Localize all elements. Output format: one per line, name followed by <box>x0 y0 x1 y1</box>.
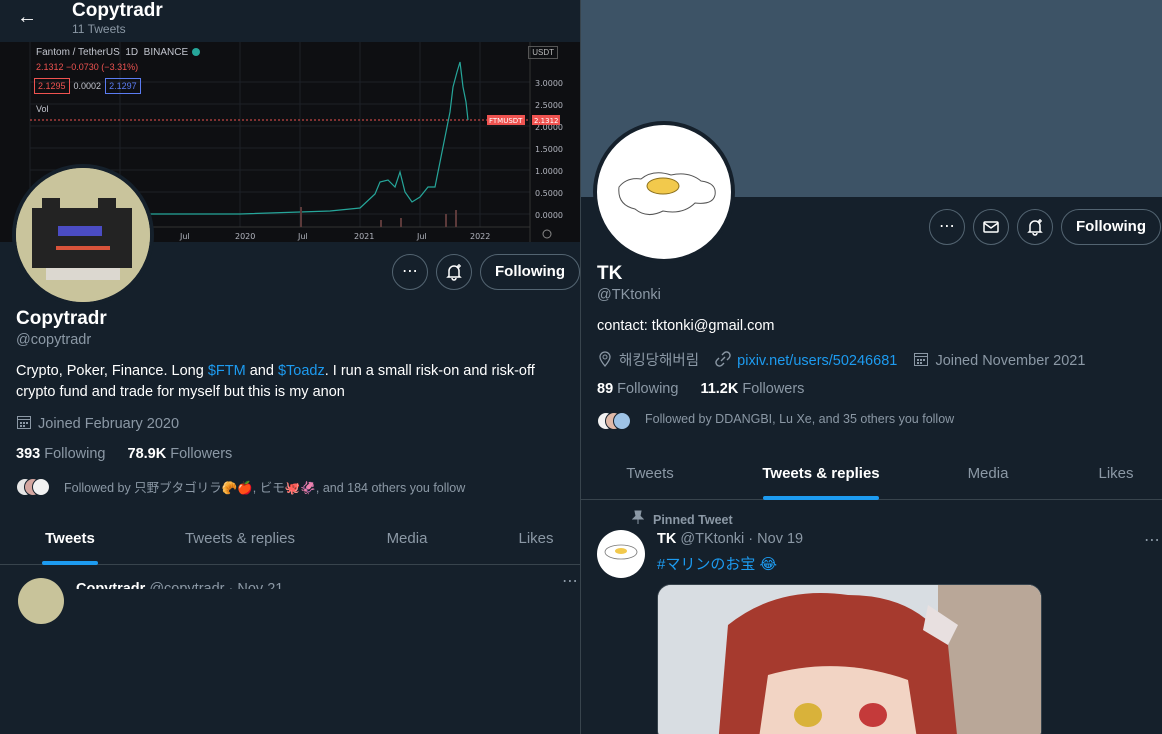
back-arrow-icon[interactable]: ← <box>14 6 40 28</box>
tab-media[interactable]: Media <box>337 513 477 565</box>
mail-icon[interactable] <box>973 209 1009 245</box>
bell-plus-icon[interactable] <box>436 254 472 290</box>
left-profile-pane: 3.0000 2.5000 2.0000 1.5000 1.0000 0.500… <box>0 0 580 734</box>
profile-meta: 해킹당해버림 pixiv.net/users/50246681 Joined N… <box>597 349 1085 371</box>
y-tick: 2.5000 <box>535 101 563 110</box>
profile-bio: Crypto, Poker, Finance. Long $FTM and $T… <box>16 363 535 400</box>
tweet-media-image[interactable] <box>657 584 1042 734</box>
y-tick: 0.0000 <box>535 211 563 220</box>
profile-handle: @copytradr <box>16 332 92 348</box>
profile-name: Copytradr <box>16 308 107 329</box>
pin-icon <box>629 510 647 527</box>
more-icon[interactable]: ⋯ <box>392 254 428 290</box>
profile-name: TK <box>597 263 623 284</box>
website-link[interactable]: pixiv.net/users/50246681 <box>737 353 897 369</box>
link-icon <box>715 351 731 371</box>
followed-by-text[interactable]: Followed by DDANGBI, Lu Xe, and 35 other… <box>645 412 954 426</box>
cashtag-link[interactable]: $Toadz <box>278 363 325 379</box>
y-tick: 1.0000 <box>535 167 563 176</box>
following-count[interactable]: 393 Following <box>16 446 105 462</box>
header-tweet-count: 11 Tweets <box>72 22 126 36</box>
y-tick: 0.5000 <box>535 189 563 198</box>
location-icon <box>597 351 613 371</box>
x-tick: 2021 <box>354 232 374 241</box>
x-tick: Jul <box>179 232 190 241</box>
tab-media[interactable]: Media <box>919 448 1057 500</box>
profile-bio: contact: tktonki@gmail.com <box>597 318 775 334</box>
profile-handle: @TKtonki <box>597 287 661 303</box>
tweet-avatar[interactable] <box>18 578 64 624</box>
calendar-icon <box>16 414 32 434</box>
profile-joined: Joined February 2020 <box>16 414 179 434</box>
pinned-label: Pinned Tweet <box>629 510 733 527</box>
tweet-avatar[interactable] <box>597 530 645 578</box>
symbol-tag: FTMUSDT <box>489 117 523 125</box>
tweet-header: Copytradr @copytradr · Nov 21 <box>76 581 284 589</box>
calendar-icon <box>913 351 929 371</box>
tab-tweets[interactable]: Tweets <box>0 513 140 565</box>
profile-tabs: Tweets Tweets & replies Media Likes <box>0 513 580 565</box>
profile-tabs: Tweets Tweets & replies Media Likes <box>581 448 1162 500</box>
bell-plus-icon[interactable] <box>1017 209 1053 245</box>
more-icon[interactable]: ⋯ <box>929 209 965 245</box>
x-tick: Jul <box>297 232 308 241</box>
chart-title: Fantom / TetherUS 1D BINANCE <box>36 47 201 58</box>
x-tick: Jul <box>416 232 427 241</box>
following-button[interactable]: Following <box>1061 209 1161 245</box>
following-button[interactable]: Following <box>480 254 580 290</box>
avatar[interactable] <box>12 164 154 306</box>
tab-likes[interactable]: Likes <box>466 513 580 565</box>
x-tick: 2022 <box>470 232 490 241</box>
tab-tweets[interactable]: Tweets <box>581 448 719 500</box>
y-tick: 3.0000 <box>535 79 563 88</box>
chart-price-change: 2.1312 −0.0730 (−3.31%) <box>36 62 139 72</box>
x-tick: 2020 <box>235 232 255 241</box>
cashtag-link[interactable]: $FTM <box>208 363 246 379</box>
profile-header: ← Copytradr 11 Tweets <box>0 0 580 42</box>
right-profile-pane: ⋯ Following TK @TKtonki contact: tktonki… <box>581 0 1162 734</box>
tab-tweets-replies[interactable]: Tweets & replies <box>731 448 911 500</box>
chart-bid-ask: 2.1295 0.0002 2.1297 <box>34 78 145 94</box>
chart-volume-label: Vol <box>36 104 49 114</box>
symbol-price: 2.1312 <box>534 117 559 125</box>
y-tick: 1.5000 <box>535 145 563 154</box>
tab-likes[interactable]: Likes <box>1047 448 1162 500</box>
followers-count[interactable]: 11.2K Followers <box>700 381 804 397</box>
settings-icon <box>542 229 552 239</box>
tweet-text[interactable]: #マリンのお宝 😂 <box>657 553 777 574</box>
header-name: Copytradr <box>72 0 163 21</box>
follow-stats: 89 Following 11.2K Followers <box>597 381 822 397</box>
tweet-more-icon[interactable]: ⋯ <box>1144 530 1160 550</box>
tab-tweets-replies[interactable]: Tweets & replies <box>170 513 310 565</box>
avatar[interactable] <box>593 121 735 263</box>
live-dot-icon <box>192 48 201 57</box>
currency-label: USDT <box>528 46 558 59</box>
tweet-header: TK @TKtonki · Nov 19 <box>657 531 804 547</box>
tweet-more-icon[interactable]: ⋯ <box>562 578 578 588</box>
followers-count[interactable]: 78.9K Followers <box>128 446 233 462</box>
followed-by-text[interactable]: Followed by 只野ブタゴリラ🥐🍎, ビモ🐙🦑, and 184 oth… <box>64 477 465 496</box>
follow-stats: 393 Following 78.9K Followers <box>16 446 250 462</box>
following-count[interactable]: 89 Following <box>597 381 678 397</box>
